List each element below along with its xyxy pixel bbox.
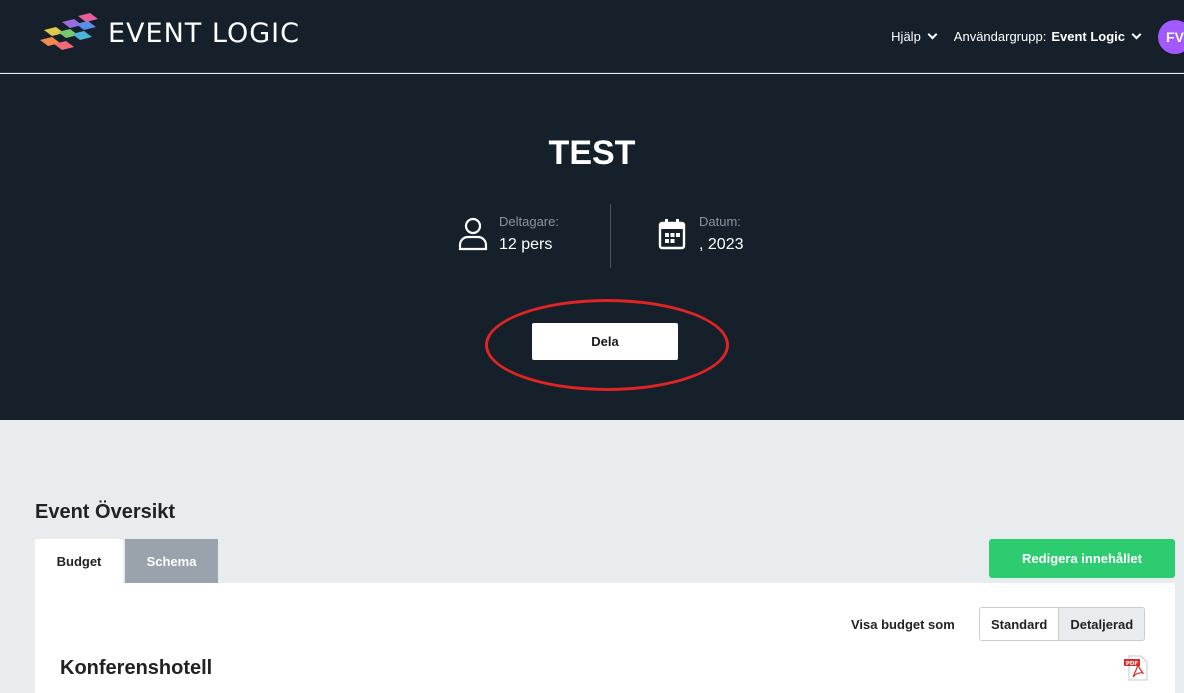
- tab-budget[interactable]: Budget: [35, 539, 123, 583]
- view-detailed-button[interactable]: Detaljerad: [1059, 608, 1145, 640]
- stat-divider: [610, 204, 611, 268]
- section-heading: Konferenshotell: [60, 657, 213, 679]
- edit-content-button[interactable]: Redigera innehållet: [989, 539, 1175, 578]
- usergroup-menu[interactable]: Användargrupp: Event Logic: [953, 29, 1142, 44]
- participants-label: Deltagare:: [499, 214, 559, 229]
- pdf-download-icon[interactable]: PDF: [1123, 655, 1151, 681]
- view-standard-button[interactable]: Standard: [980, 608, 1060, 640]
- user-icon: [458, 217, 488, 251]
- usergroup-label: Användargrupp:: [953, 29, 1047, 44]
- top-navbar: EVENT LOGIC Hjälp Användargrupp: Event L…: [0, 0, 1184, 73]
- overview-title: Event Översikt: [35, 501, 176, 523]
- event-hero: TEST Deltagare: 12 pers Datum: , 2023 De…: [0, 74, 1184, 420]
- help-label: Hjälp: [891, 29, 921, 44]
- date-label: Datum:: [699, 214, 741, 229]
- budget-view-toggle: Standard Detaljerad: [979, 607, 1146, 641]
- view-budget-label: Visa budget som: [851, 617, 955, 632]
- chevron-down-icon: [1131, 29, 1142, 40]
- budget-panel: Visa budget som Standard Detaljerad Konf…: [35, 583, 1175, 693]
- help-menu[interactable]: Hjälp: [891, 29, 938, 44]
- date-stat: Datum: , 2023: [657, 214, 743, 254]
- chevron-down-icon: [927, 29, 938, 40]
- brand-name: EVENT LOGIC: [108, 18, 300, 49]
- usergroup-value: Event Logic: [1051, 29, 1125, 44]
- pdf-icon-text: PDF: [1126, 661, 1139, 667]
- calendar-icon: [658, 219, 686, 250]
- event-logic-logo-icon[interactable]: [36, 12, 106, 56]
- event-title: TEST: [548, 134, 636, 172]
- participants-stat: Deltagare: 12 pers: [457, 214, 559, 254]
- date-value: , 2023: [699, 236, 744, 253]
- tab-schema[interactable]: Schema: [125, 539, 218, 583]
- user-avatar[interactable]: FV: [1158, 19, 1184, 54]
- participants-value: 12 pers: [499, 236, 553, 253]
- share-button[interactable]: Dela: [532, 323, 678, 360]
